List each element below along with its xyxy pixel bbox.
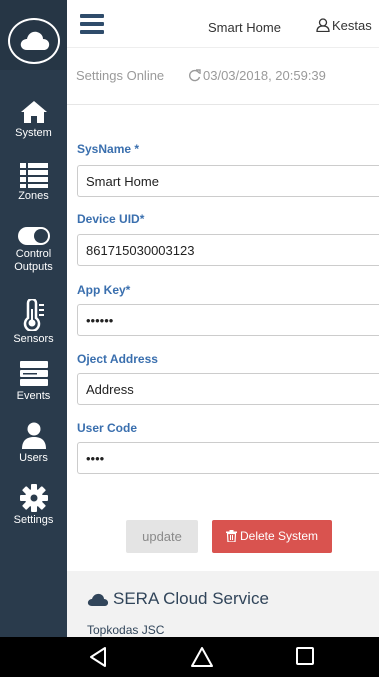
home-circle-icon[interactable] — [190, 646, 214, 668]
user-menu[interactable]: Kestas — [316, 18, 372, 33]
sidebar-item-label: Users — [19, 452, 48, 464]
gear-icon — [19, 484, 48, 512]
sidebar-item-settings[interactable]: Settings — [0, 484, 67, 527]
cloud-icon — [20, 31, 50, 50]
object-address-input[interactable] — [77, 373, 379, 405]
sysname-input[interactable] — [77, 165, 379, 197]
user-code-label: User Code — [77, 421, 138, 435]
sidebar-item-label: Events — [16, 390, 51, 402]
sidebar-item-zones[interactable]: Zones — [0, 162, 67, 203]
top-header: Smart Home Kestas — [67, 0, 379, 48]
user-name: Kestas — [332, 18, 372, 33]
logo[interactable] — [0, 0, 67, 70]
sidebar-item-label: Control Outputs — [14, 248, 53, 273]
list-icon — [19, 163, 48, 188]
recents-icon[interactable] — [295, 646, 315, 666]
last-sync: 03/03/2018, 20:59:39 — [188, 68, 326, 83]
sidebar-item-label: System — [15, 127, 52, 139]
app-screen: System Zones Control Outputs Sensors Eve… — [0, 0, 379, 677]
device-uid-input[interactable] — [77, 234, 379, 266]
trash-icon — [225, 530, 237, 543]
status-bar: Settings Online 03/03/2018, 20:59:39 — [67, 48, 379, 105]
sidebar-item-users[interactable]: Users — [0, 422, 67, 465]
cloud-icon — [87, 593, 109, 606]
footer-title: SERA Cloud Service — [87, 589, 269, 609]
app-title: Smart Home — [208, 20, 281, 35]
sync-timestamp: 03/03/2018, 20:59:39 — [203, 68, 326, 83]
refresh-icon — [189, 69, 201, 82]
app-key-input[interactable] — [77, 304, 379, 336]
menu-icon[interactable] — [80, 14, 104, 34]
toggle-icon — [17, 227, 50, 245]
app-key-label: App Key* — [77, 283, 131, 297]
user-outline-icon — [316, 18, 330, 33]
object-address-label: Oject Address — [77, 352, 158, 366]
sidebar-item-events[interactable]: Events — [0, 360, 67, 403]
user-icon — [21, 422, 46, 449]
sidebar-item-system[interactable]: System — [0, 99, 67, 140]
server-icon — [19, 361, 48, 386]
online-status: Settings Online — [76, 68, 165, 83]
device-uid-label: Device UID* — [77, 212, 145, 226]
home-icon — [20, 101, 47, 123]
sysname-label: SysName * — [77, 142, 140, 156]
sidebar: System Zones Control Outputs Sensors Eve… — [0, 0, 67, 637]
company-name: Topkodas JSC — [87, 623, 165, 637]
back-icon[interactable] — [88, 646, 108, 668]
logo-circle — [8, 18, 60, 64]
sidebar-item-control-outputs[interactable]: Control Outputs — [0, 226, 67, 274]
delete-system-button[interactable]: Delete System — [212, 520, 332, 553]
update-button[interactable]: update — [126, 520, 198, 553]
sidebar-item-label: Settings — [13, 514, 54, 526]
thermometer-icon — [23, 299, 44, 331]
sidebar-item-label: Zones — [18, 190, 49, 202]
sidebar-item-sensors[interactable]: Sensors — [0, 299, 67, 346]
user-code-input[interactable] — [77, 442, 379, 474]
footer-title-text: SERA Cloud Service — [113, 589, 269, 608]
android-nav-bar — [0, 637, 379, 677]
sidebar-item-label: Sensors — [13, 333, 54, 345]
delete-system-label: Delete System — [239, 529, 319, 543]
footer: SERA Cloud Service Topkodas JSC — [67, 571, 379, 637]
